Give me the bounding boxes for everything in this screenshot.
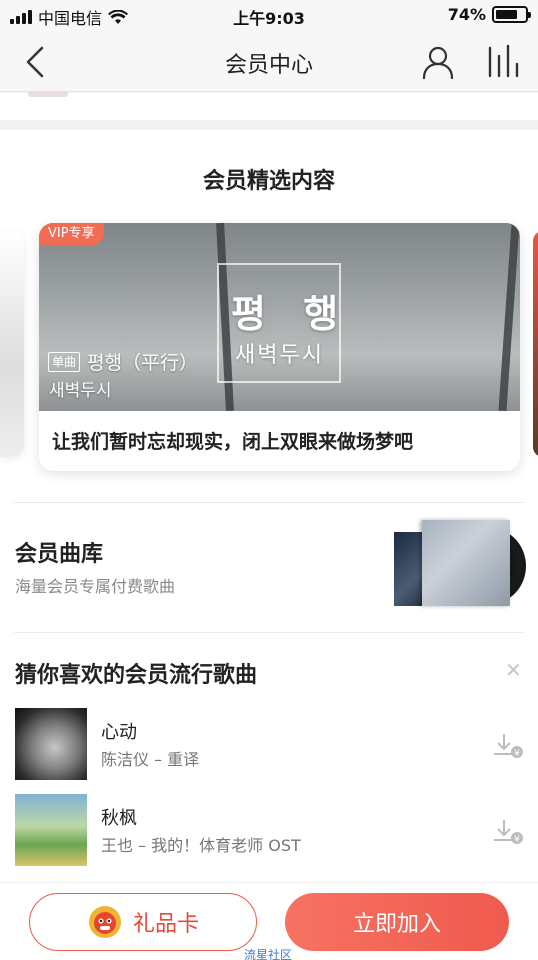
carousel-card-next[interactable]: [533, 231, 538, 457]
featured-caption: 让我们暂时忘却现实，闭上双眼来做场梦吧: [52, 431, 414, 453]
recommend-title: 猜你喜欢的会员流行歌曲: [15, 663, 258, 688]
download-icon[interactable]: ¥: [492, 818, 524, 846]
close-icon[interactable]: ✕: [505, 658, 522, 682]
download-icon[interactable]: ¥: [492, 732, 524, 760]
song-row[interactable]: 秋枫 王也 – 我的！体育老师 OST ¥: [0, 794, 538, 870]
gift-card-label: 礼品卡: [132, 912, 199, 937]
svg-text:¥: ¥: [514, 749, 520, 759]
battery-fill: [496, 10, 517, 19]
battery-icon: [492, 6, 531, 23]
song-cover: [15, 708, 87, 780]
featured-artist: 새벽두시: [49, 381, 112, 401]
lion-mascot-icon: [88, 906, 121, 938]
album-art-subtitle: 새벽두시: [235, 343, 324, 368]
join-now-button[interactable]: 立即加入: [285, 893, 509, 951]
previous-section-strip: [0, 91, 538, 120]
status-right: 74%: [447, 5, 531, 24]
library-album-stack[interactable]: [394, 520, 526, 612]
divider: [14, 502, 524, 503]
song-meta: 王也 – 我的！体育老师 OST: [101, 836, 301, 855]
featured-card[interactable]: 평 행 새벽두시 VIP专享 单曲 평행（平行） 새벽두시 让我们暂时忘却现实，…: [39, 223, 520, 471]
bottom-action-bar: 礼品卡 立即加入 流星社区: [0, 882, 538, 960]
featured-song-title: 평행（平行）: [87, 352, 198, 374]
join-now-label: 立即加入: [352, 912, 441, 937]
divider: [14, 632, 524, 633]
featured-cover-image: 평 행 새벽두시 VIP专享 单曲 평행（平行） 새벽두시: [39, 223, 520, 411]
watermark-text: 流星社区: [244, 948, 293, 960]
single-tag: 单曲: [48, 352, 81, 372]
album-art-title: 평 행: [231, 292, 351, 336]
featured-section-title: 会员精选内容: [202, 169, 335, 194]
nav-bar: 会员中心: [0, 30, 538, 92]
status-bar: 中国电信 上午9:03 74%: [0, 0, 538, 30]
album-cover-front: [422, 520, 510, 606]
swing-chain: [498, 223, 520, 411]
main-content: 会员精选内容 평 행 새벽두시 VIP专享 单曲 평행（平行） 새벽두시 让我们…: [0, 130, 538, 882]
song-name: 心动: [101, 722, 137, 743]
song-meta: 陈洁仪 – 重译: [101, 750, 200, 769]
song-name: 秋枫: [101, 808, 137, 829]
carousel-card-previous[interactable]: [0, 231, 24, 457]
song-row[interactable]: 心动 陈洁仪 – 重译 ¥: [0, 708, 538, 784]
library-title[interactable]: 会员曲库: [15, 536, 103, 568]
user-icon[interactable]: [418, 42, 458, 82]
vip-badge: VIP专享: [39, 223, 104, 245]
library-subtitle: 海量会员专属付费歌曲: [15, 577, 176, 596]
equalizer-bars-icon[interactable]: [482, 42, 522, 82]
gift-card-button[interactable]: 礼品卡: [29, 893, 257, 951]
svg-text:¥: ¥: [514, 835, 520, 845]
song-cover: [15, 794, 87, 866]
battery-percent: 74%: [447, 5, 486, 24]
clipped-content: [28, 91, 68, 97]
